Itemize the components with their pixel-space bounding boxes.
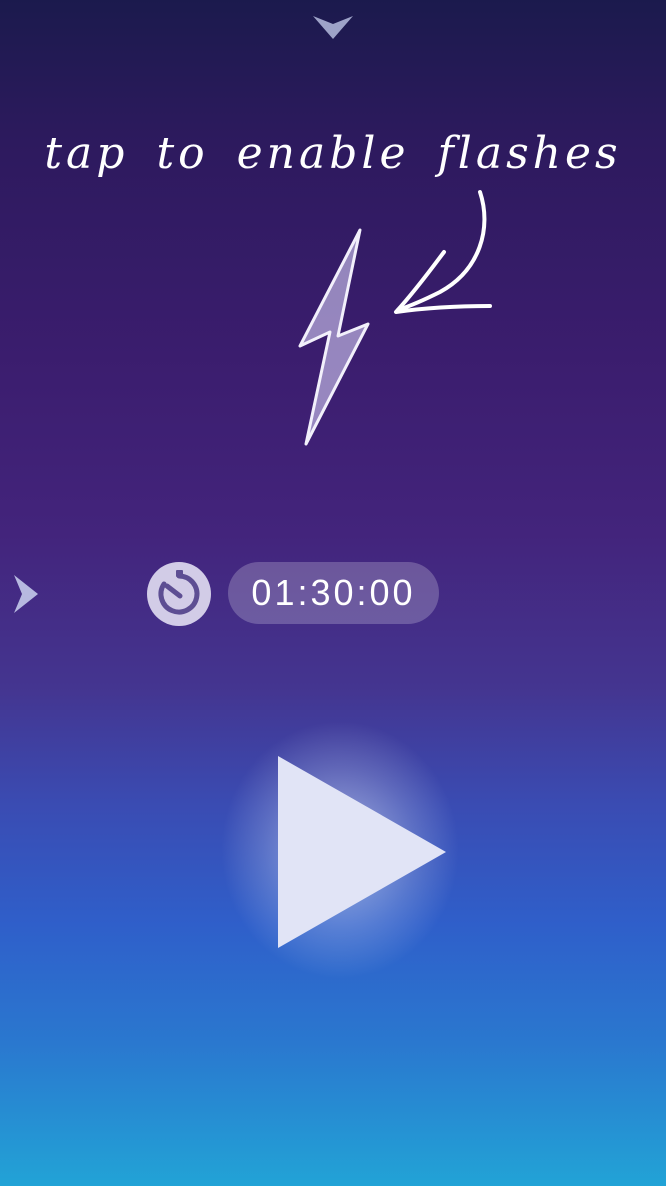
pull-down-chevron[interactable] <box>312 14 354 40</box>
side-panel-chevron[interactable] <box>12 574 40 614</box>
play-icon <box>278 756 446 948</box>
play-button[interactable] <box>270 748 456 958</box>
lightning-bolt-icon <box>298 228 370 446</box>
curved-arrow-icon <box>394 190 492 314</box>
flash-toggle-button[interactable] <box>294 226 376 448</box>
timer-value-display[interactable]: 01:30:00 <box>228 562 439 624</box>
flash-hint-text: tap to enable flashes <box>44 128 622 179</box>
timer-button[interactable] <box>147 562 211 626</box>
chevron-right-icon <box>14 575 38 613</box>
chevron-down-icon <box>313 16 353 39</box>
timer-icon <box>158 570 200 615</box>
